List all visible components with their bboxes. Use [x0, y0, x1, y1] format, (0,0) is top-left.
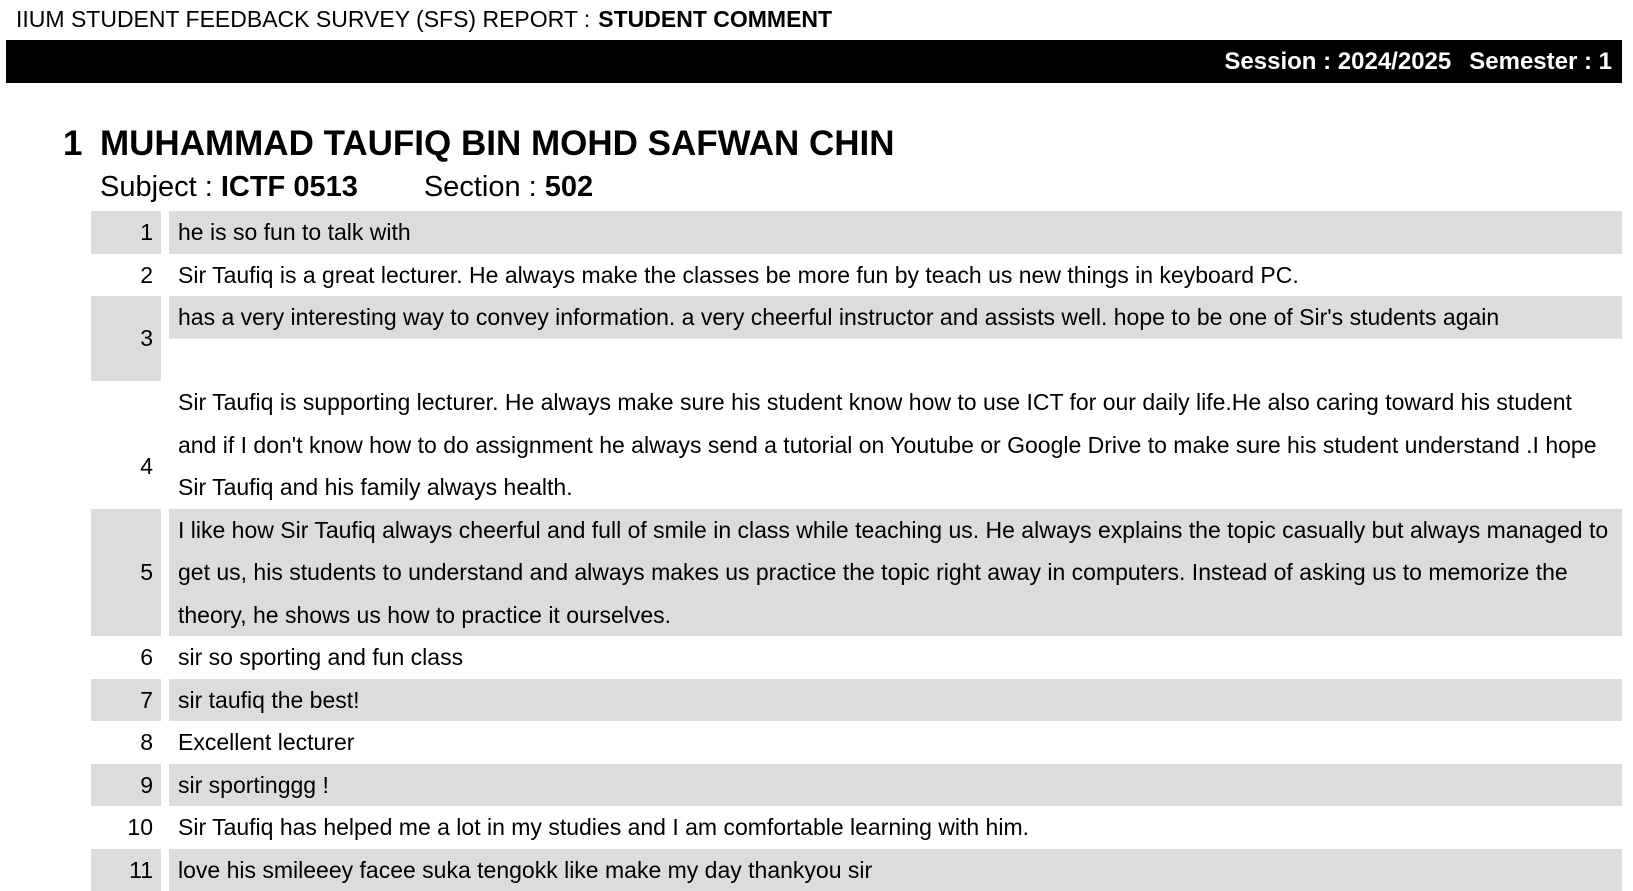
comment-row: 6 sir so sporting and fun class — [91, 636, 1622, 679]
report-title-prefix: IIUM STUDENT FEEDBACK SURVEY (SFS) REPOR… — [16, 6, 591, 32]
comment-number: 11 — [91, 848, 161, 891]
comment-number: 5 — [91, 508, 161, 636]
comment-number: 4 — [140, 452, 153, 479]
comment-text: love his smileeey facee suka tengokk lik… — [169, 848, 1622, 891]
subject-line: Subject : ICTF 0513 Section :502 — [100, 168, 593, 206]
session-label: Session : 2024/2025 — [1224, 48, 1452, 75]
report-title: IIUM STUDENT FEEDBACK SURVEY (SFS) REPOR… — [16, 4, 832, 34]
comment-row: 9 sir sportinggg ! — [91, 763, 1622, 806]
comment-number: 3 — [91, 296, 161, 381]
comment-row: 1 he is so fun to talk with — [91, 211, 1622, 254]
comment-row: 7 sir taufiq the best! — [91, 678, 1622, 721]
comment-row: 5 I like how Sir Taufiq always cheerful … — [91, 508, 1622, 636]
comment-row: 11 love his smileeey facee suka tengokk … — [91, 848, 1622, 891]
comment-text: Sir Taufiq is supporting lecturer. He al… — [178, 389, 1597, 500]
comment-number: 7 — [91, 678, 161, 721]
comment-number: 8 — [140, 729, 153, 755]
comment-text: sir taufiq the best! — [169, 678, 1622, 721]
comment-row: 2 Sir Taufiq is a great lecturer. He alw… — [91, 253, 1622, 296]
comments-table: 1 he is so fun to talk with 2 Sir Taufiq… — [91, 211, 1622, 891]
comment-number: 1 — [91, 211, 161, 254]
lecturer-heading: 1 MUHAMMAD TAUFIQ BIN MOHD SAFWAN CHIN — [63, 123, 895, 165]
comment-number: 9 — [91, 763, 161, 806]
comment-row: 3 has a very interesting way to convey i… — [91, 296, 1622, 381]
section-value: 502 — [544, 171, 594, 203]
comment-text: has a very interesting way to convey inf… — [169, 296, 1622, 381]
section-label: Section : — [423, 171, 537, 203]
subject-value: ICTF 0513 — [220, 171, 358, 203]
comment-row: 8 Excellent lecturer — [91, 721, 1622, 764]
subject-label: Subject : — [100, 171, 213, 203]
session-bar: Session : 2024/2025 Semester : 1 — [6, 40, 1622, 83]
lecturer-name: MUHAMMAD TAUFIQ BIN MOHD SAFWAN CHIN — [100, 124, 895, 163]
comment-text: he is so fun to talk with — [169, 211, 1622, 254]
comment-text: sir sportinggg ! — [169, 763, 1622, 806]
semester-label: Semester : 1 — [1469, 48, 1612, 75]
comment-row: 4 Sir Taufiq is supporting lecturer. He … — [91, 381, 1622, 509]
comment-text: sir so sporting and fun class — [178, 644, 464, 670]
comment-number: 10 — [127, 814, 153, 840]
comment-number: 6 — [140, 644, 153, 670]
session-info: Session : 2024/2025 Semester : 1 — [1224, 40, 1612, 83]
comment-text: I like how Sir Taufiq always cheerful an… — [169, 508, 1622, 636]
lecturer-number: 1 — [63, 124, 83, 163]
comment-row: 10 Sir Taufiq has helped me a lot in my … — [91, 806, 1622, 849]
comment-number: 2 — [140, 261, 153, 288]
report-title-emphasis: STUDENT COMMENT — [598, 6, 833, 32]
comment-text: Excellent lecturer — [178, 729, 355, 755]
comment-text: Sir Taufiq has helped me a lot in my stu… — [178, 814, 1029, 840]
comment-text: Sir Taufiq is a great lecturer. He alway… — [178, 261, 1299, 288]
